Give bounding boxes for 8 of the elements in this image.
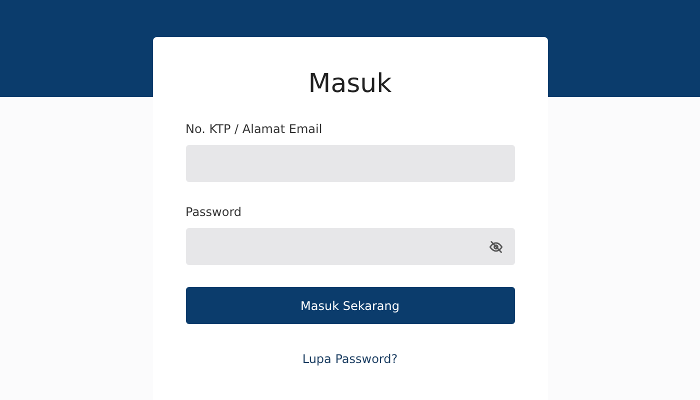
login-title: Masuk [308, 68, 392, 101]
forgot-password-link[interactable]: Lupa Password? [302, 352, 398, 366]
email-field[interactable] [186, 145, 514, 182]
password-field[interactable] [186, 228, 514, 265]
eye-off-icon[interactable] [488, 240, 502, 254]
submit-button[interactable]: Masuk Sekarang [186, 287, 514, 324]
field-label: Password [186, 204, 242, 220]
field-label: No. KTP / Alamat Email [186, 121, 322, 137]
